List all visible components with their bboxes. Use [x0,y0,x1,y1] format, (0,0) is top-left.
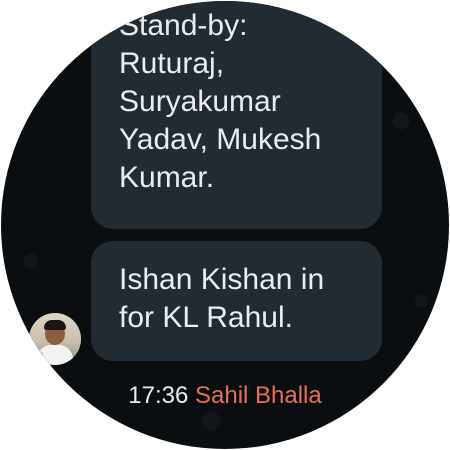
message-bubble[interactable]: Ishan Kishan in for KL Rahul. [91,241,382,361]
watch-screen: Stand-by: Ruturaj, Suryakumar Yadav, Muk… [1,1,449,449]
message-bubble[interactable]: Stand-by: Ruturaj, Suryakumar Yadav, Muk… [91,1,382,229]
message-timestamp: 17:36 [128,382,189,409]
avatar-accent [33,351,43,361]
sender-name[interactable]: Sahil Bhalla [195,382,322,409]
screenshot-frame: Stand-by: Ruturaj, Suryakumar Yadav, Muk… [0,0,450,450]
avatar-hair [44,320,66,330]
message-meta: 17:36 Sahil Bhalla [1,381,449,411]
sender-avatar[interactable] [29,313,81,365]
message-text: Ishan Kishan in for KL Rahul. [119,263,325,334]
message-text: Stand-by: Ruturaj, Suryakumar Yadav, Muk… [119,9,322,194]
